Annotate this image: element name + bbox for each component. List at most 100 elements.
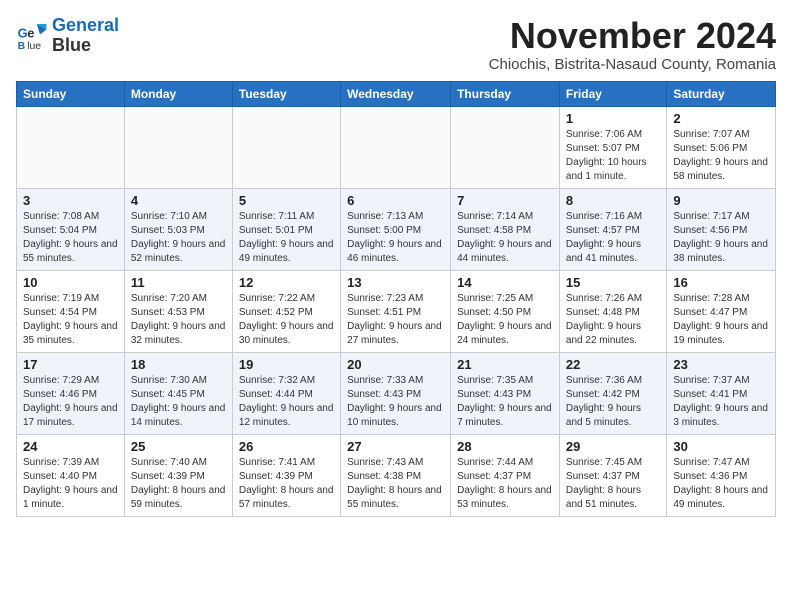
day-info: Sunrise: 7:26 AM Sunset: 4:48 PM Dayligh… <box>566 292 660 348</box>
day-info: Sunrise: 7:20 AM Sunset: 4:53 PM Dayligh… <box>131 292 226 348</box>
day-cell <box>124 106 232 188</box>
day-info: Sunrise: 7:40 AM Sunset: 4:39 PM Dayligh… <box>131 456 226 512</box>
day-cell: 21Sunrise: 7:35 AM Sunset: 4:43 PM Dayli… <box>451 352 560 434</box>
day-cell <box>451 106 560 188</box>
day-number: 29 <box>566 439 660 454</box>
day-info: Sunrise: 7:33 AM Sunset: 4:43 PM Dayligh… <box>347 374 444 430</box>
day-cell: 4 Sunrise: 7:10 AM Sunset: 5:03 PM Daylig… <box>124 188 232 270</box>
week-row-5: 24Sunrise: 7:39 AM Sunset: 4:40 PM Dayli… <box>17 434 776 516</box>
day-cell: 27 Sunrise: 7:43 AM Sunset: 4:38 PM Dayli… <box>341 434 451 516</box>
calendar-body: 1 Sunrise: 7:06 AM Sunset: 5:07 PM Daylig… <box>17 106 776 516</box>
day-cell: 22 Sunrise: 7:36 AM Sunset: 4:42 PM Dayli… <box>559 352 666 434</box>
svg-text:lue: lue <box>27 41 41 52</box>
day-cell: 1 Sunrise: 7:06 AM Sunset: 5:07 PM Daylig… <box>559 106 666 188</box>
day-info: Sunrise: 7:25 AM Sunset: 4:50 PM Dayligh… <box>457 292 553 348</box>
day-info: Sunrise: 7:47 AM Sunset: 4:36 PM Dayligh… <box>673 456 769 512</box>
logo-line1: General <box>52 15 119 35</box>
day-info: Sunrise: 7:08 AM Sunset: 5:04 PM Dayligh… <box>23 210 118 266</box>
day-number: 27 <box>347 439 444 454</box>
day-cell: 13Sunrise: 7:23 AM Sunset: 4:51 PM Dayli… <box>341 270 451 352</box>
svg-text:e: e <box>27 25 34 40</box>
day-number: 24 <box>23 439 118 454</box>
day-cell: 12 Sunrise: 7:22 AM Sunset: 4:52 PM Dayli… <box>232 270 340 352</box>
day-cell: 11 Sunrise: 7:20 AM Sunset: 4:53 PM Dayli… <box>124 270 232 352</box>
day-number: 11 <box>131 275 226 290</box>
day-info: Sunrise: 7:43 AM Sunset: 4:38 PM Dayligh… <box>347 456 444 512</box>
col-header-wednesday: Wednesday <box>341 81 451 106</box>
day-cell: 29 Sunrise: 7:45 AM Sunset: 4:37 PM Dayli… <box>559 434 666 516</box>
day-info: Sunrise: 7:23 AM Sunset: 4:51 PM Dayligh… <box>347 292 444 348</box>
day-number: 22 <box>566 357 660 372</box>
day-cell: 9 Sunrise: 7:17 AM Sunset: 4:56 PM Daylig… <box>667 188 776 270</box>
day-cell: 25 Sunrise: 7:40 AM Sunset: 4:39 PM Dayli… <box>124 434 232 516</box>
col-header-saturday: Saturday <box>667 81 776 106</box>
day-info: Sunrise: 7:28 AM Sunset: 4:47 PM Dayligh… <box>673 292 769 348</box>
logo-text: General Blue <box>52 16 119 56</box>
calendar-table: SundayMondayTuesdayWednesdayThursdayFrid… <box>16 81 776 517</box>
col-header-monday: Monday <box>124 81 232 106</box>
day-number: 26 <box>239 439 334 454</box>
day-number: 6 <box>347 193 444 208</box>
day-info: Sunrise: 7:44 AM Sunset: 4:37 PM Dayligh… <box>457 456 553 512</box>
day-number: 15 <box>566 275 660 290</box>
day-cell: 10 Sunrise: 7:19 AM Sunset: 4:54 PM Dayli… <box>17 270 125 352</box>
title-block: November 2024 Chiochis, Bistrita-Nasaud … <box>489 16 776 73</box>
svg-text:G: G <box>18 25 28 40</box>
day-info: Sunrise: 7:19 AM Sunset: 4:54 PM Dayligh… <box>23 292 118 348</box>
day-cell: 3 Sunrise: 7:08 AM Sunset: 5:04 PM Daylig… <box>17 188 125 270</box>
day-cell: 14 Sunrise: 7:25 AM Sunset: 4:50 PM Dayli… <box>451 270 560 352</box>
day-cell: 30 Sunrise: 7:47 AM Sunset: 4:36 PM Dayli… <box>667 434 776 516</box>
day-number: 20 <box>347 357 444 372</box>
day-number: 16 <box>673 275 769 290</box>
day-info: Sunrise: 7:30 AM Sunset: 4:45 PM Dayligh… <box>131 374 226 430</box>
col-header-sunday: Sunday <box>17 81 125 106</box>
day-number: 10 <box>23 275 118 290</box>
day-info: Sunrise: 7:45 AM Sunset: 4:37 PM Dayligh… <box>566 456 660 512</box>
day-info: Sunrise: 7:11 AM Sunset: 5:01 PM Dayligh… <box>239 210 334 266</box>
day-info: Sunrise: 7:06 AM Sunset: 5:07 PM Dayligh… <box>566 128 660 184</box>
day-cell <box>17 106 125 188</box>
day-info: Sunrise: 7:17 AM Sunset: 4:56 PM Dayligh… <box>673 210 769 266</box>
day-info: Sunrise: 7:07 AM Sunset: 5:06 PM Dayligh… <box>673 128 769 184</box>
calendar-header-row: SundayMondayTuesdayWednesdayThursdayFrid… <box>17 81 776 106</box>
day-number: 2 <box>673 111 769 126</box>
day-info: Sunrise: 7:36 AM Sunset: 4:42 PM Dayligh… <box>566 374 660 430</box>
day-number: 5 <box>239 193 334 208</box>
day-info: Sunrise: 7:35 AM Sunset: 4:43 PM Dayligh… <box>457 374 553 430</box>
day-number: 9 <box>673 193 769 208</box>
day-number: 25 <box>131 439 226 454</box>
week-row-2: 3 Sunrise: 7:08 AM Sunset: 5:04 PM Daylig… <box>17 188 776 270</box>
day-number: 30 <box>673 439 769 454</box>
col-header-thursday: Thursday <box>451 81 560 106</box>
day-cell: 15 Sunrise: 7:26 AM Sunset: 4:48 PM Dayli… <box>559 270 666 352</box>
day-number: 19 <box>239 357 334 372</box>
day-cell: 19 Sunrise: 7:32 AM Sunset: 4:44 PM Dayli… <box>232 352 340 434</box>
day-info: Sunrise: 7:22 AM Sunset: 4:52 PM Dayligh… <box>239 292 334 348</box>
day-info: Sunrise: 7:37 AM Sunset: 4:41 PM Dayligh… <box>673 374 769 430</box>
week-row-1: 1 Sunrise: 7:06 AM Sunset: 5:07 PM Daylig… <box>17 106 776 188</box>
day-cell: 8Sunrise: 7:16 AM Sunset: 4:57 PM Daylig… <box>559 188 666 270</box>
week-row-4: 17Sunrise: 7:29 AM Sunset: 4:46 PM Dayli… <box>17 352 776 434</box>
day-cell: 7Sunrise: 7:14 AM Sunset: 4:58 PM Daylig… <box>451 188 560 270</box>
day-number: 18 <box>131 357 226 372</box>
day-cell <box>341 106 451 188</box>
logo-icon: G e B lue <box>16 20 48 52</box>
day-cell: 24Sunrise: 7:39 AM Sunset: 4:40 PM Dayli… <box>17 434 125 516</box>
day-cell: 5 Sunrise: 7:11 AM Sunset: 5:01 PM Daylig… <box>232 188 340 270</box>
day-cell: 16 Sunrise: 7:28 AM Sunset: 4:47 PM Dayli… <box>667 270 776 352</box>
day-number: 1 <box>566 111 660 126</box>
day-number: 3 <box>23 193 118 208</box>
day-cell: 28Sunrise: 7:44 AM Sunset: 4:37 PM Dayli… <box>451 434 560 516</box>
day-info: Sunrise: 7:10 AM Sunset: 5:03 PM Dayligh… <box>131 210 226 266</box>
day-number: 17 <box>23 357 118 372</box>
day-number: 4 <box>131 193 226 208</box>
day-number: 14 <box>457 275 553 290</box>
day-number: 12 <box>239 275 334 290</box>
week-row-3: 10 Sunrise: 7:19 AM Sunset: 4:54 PM Dayli… <box>17 270 776 352</box>
col-header-tuesday: Tuesday <box>232 81 340 106</box>
day-cell <box>232 106 340 188</box>
day-cell: 20 Sunrise: 7:33 AM Sunset: 4:43 PM Dayli… <box>341 352 451 434</box>
day-info: Sunrise: 7:16 AM Sunset: 4:57 PM Dayligh… <box>566 210 660 266</box>
day-cell: 26Sunrise: 7:41 AM Sunset: 4:39 PM Dayli… <box>232 434 340 516</box>
day-info: Sunrise: 7:32 AM Sunset: 4:44 PM Dayligh… <box>239 374 334 430</box>
